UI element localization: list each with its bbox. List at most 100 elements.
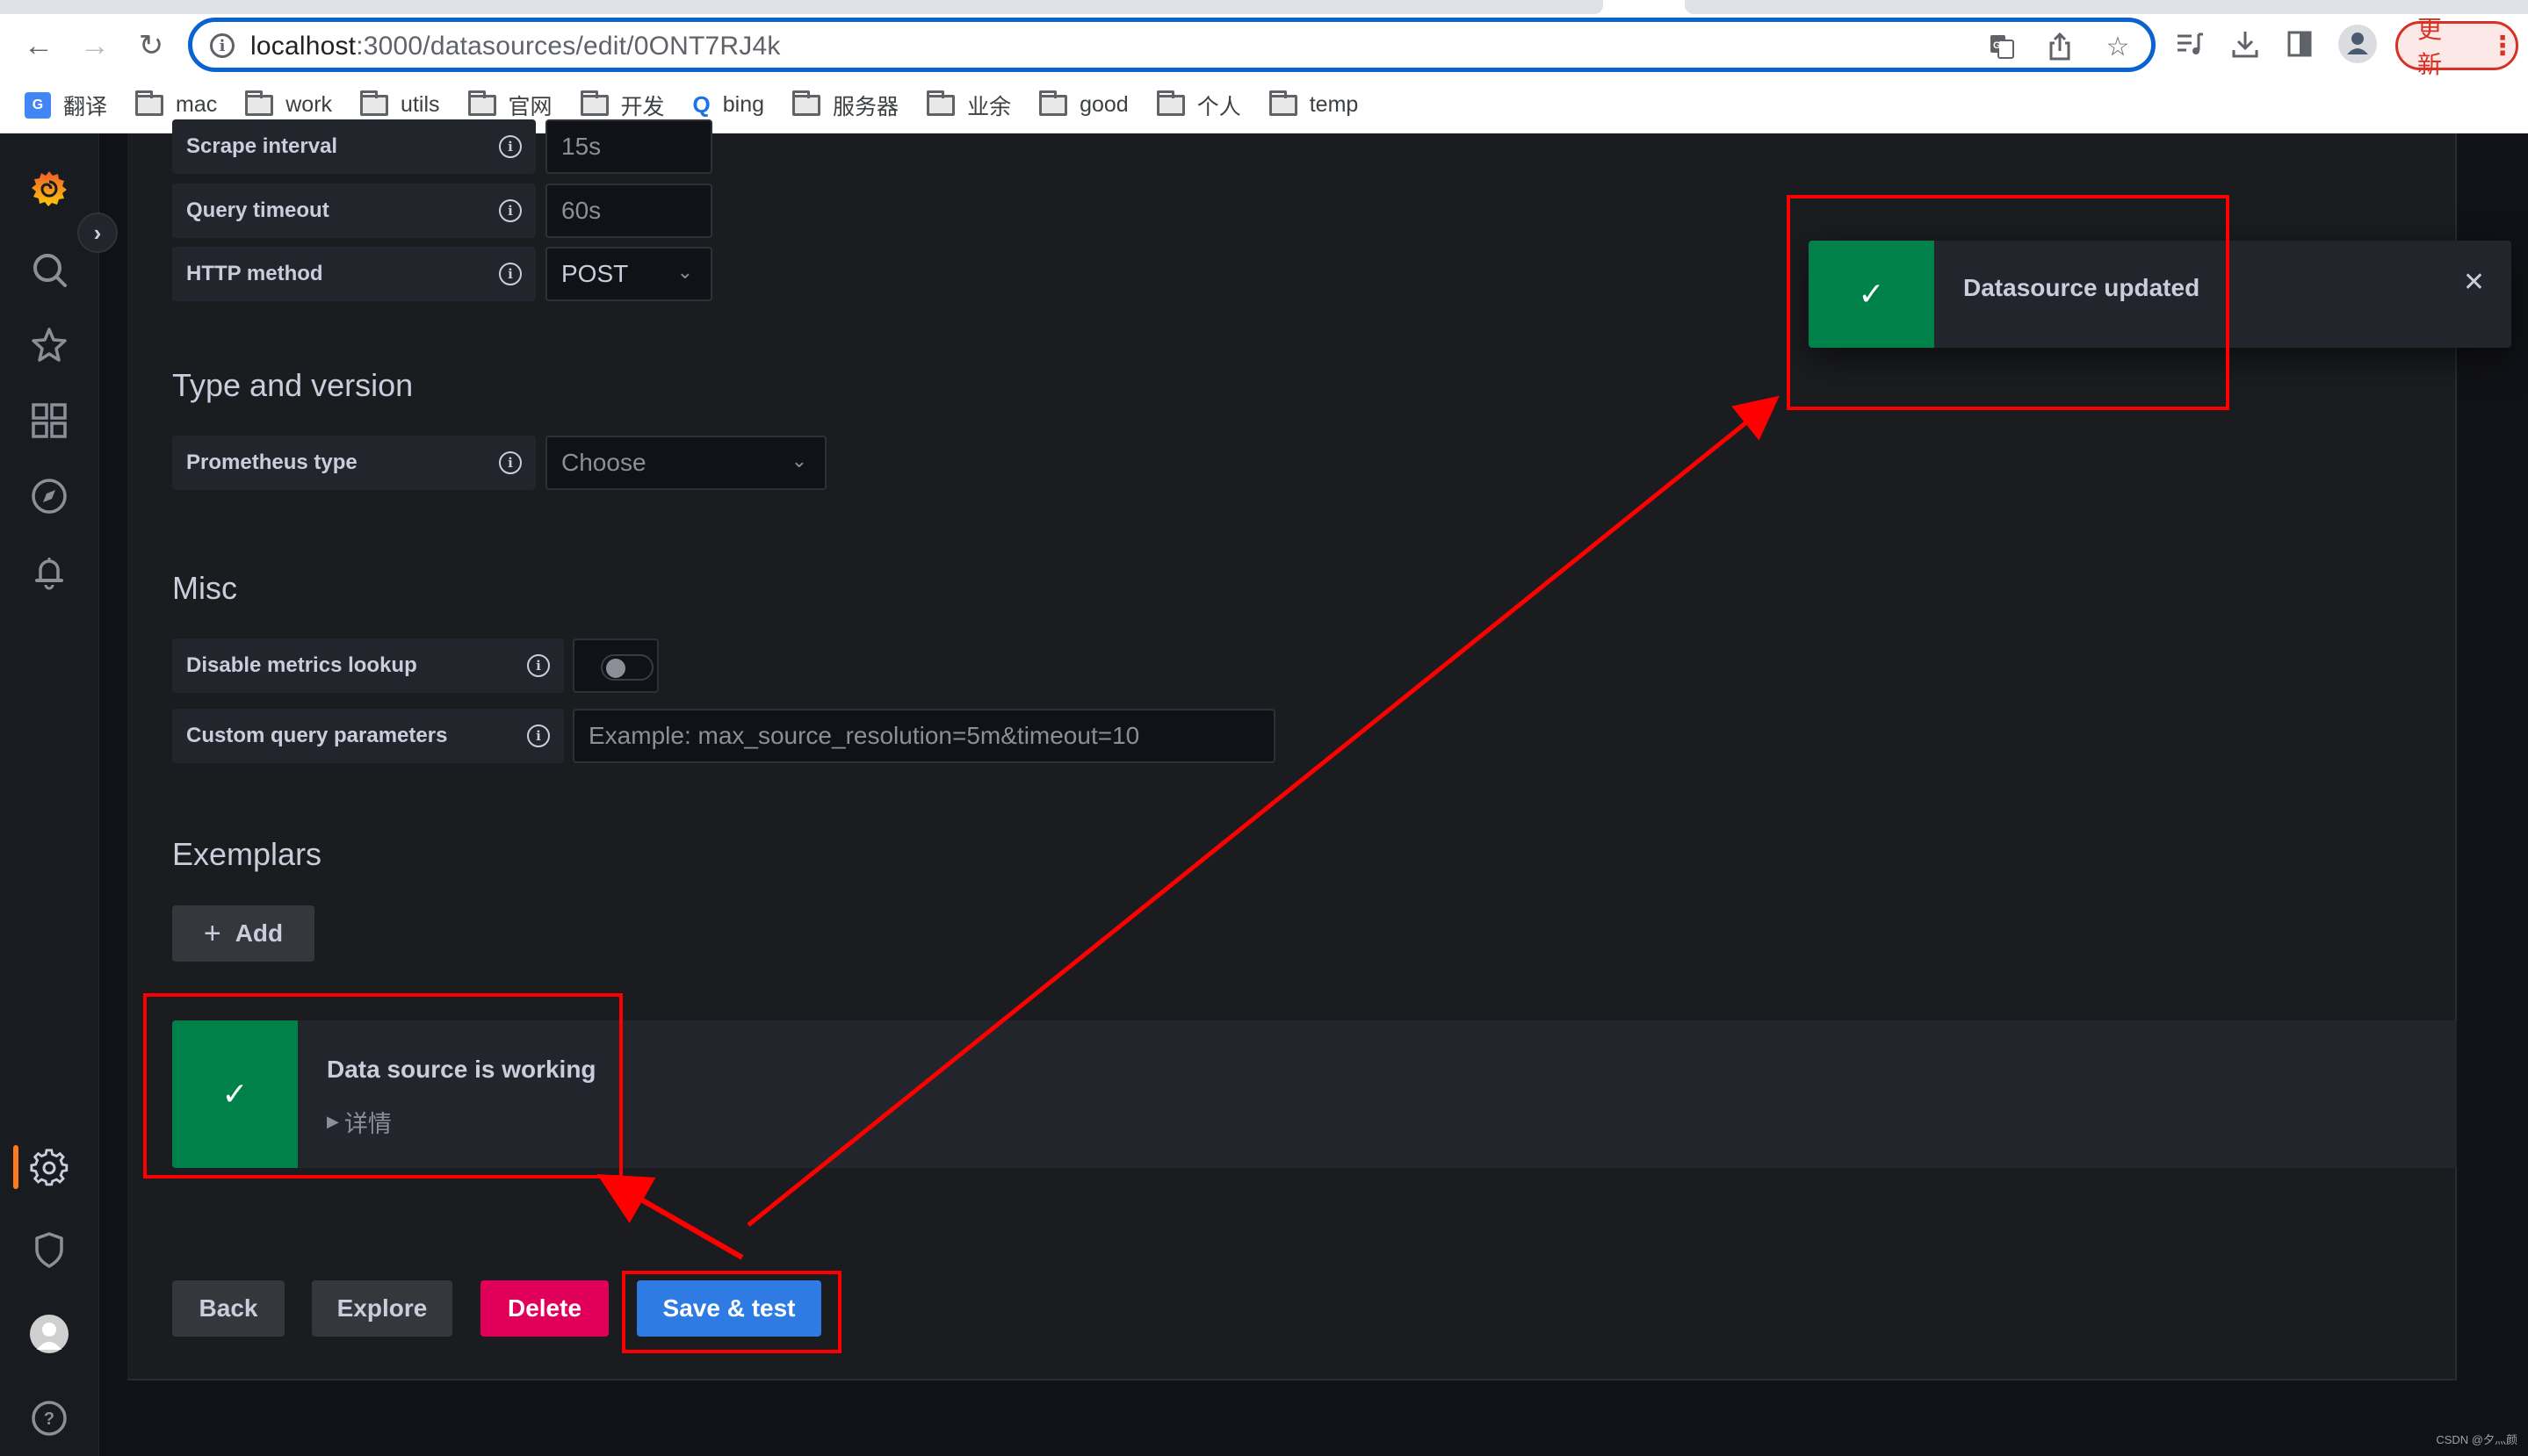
check-icon: ✓ (221, 1076, 249, 1112)
back-button[interactable]: Back (172, 1280, 285, 1337)
bookmark-item[interactable]: 官网 (467, 90, 553, 121)
prometheus-type-select[interactable]: Choose ⌄ (545, 436, 827, 490)
bookmark-item[interactable]: 服务器 (792, 90, 899, 121)
bookmark-item[interactable]: utils (360, 90, 440, 118)
info-icon[interactable]: i (499, 135, 522, 158)
google-translate-icon: G (25, 91, 51, 119)
close-icon[interactable]: ✕ (2463, 267, 2485, 298)
bookmark-label: 翻译 (63, 94, 108, 119)
back-arrow-icon[interactable]: ← (21, 28, 56, 63)
more-vert-icon: ⋮ (2489, 31, 2516, 61)
http-method-select[interactable]: POST ⌄ (545, 247, 712, 301)
browser-toolbar: ← → ↻ i localhost:3000/datasources/edit/… (0, 14, 2528, 78)
bookmark-item[interactable]: good (1039, 90, 1129, 118)
starred-icon[interactable] (29, 325, 69, 365)
placeholder-text: 60s (561, 197, 602, 224)
grafana-app: ? › Scrape interval i 15s Query timeout … (0, 119, 2528, 1456)
active-indicator (13, 1145, 18, 1189)
label-text: Scrape interval (186, 134, 338, 158)
bookmark-item[interactable]: 开发 (580, 90, 665, 121)
translate-icon[interactable]: G (1986, 29, 2018, 64)
placeholder-text: 15s (561, 133, 602, 160)
dashboards-icon[interactable] (29, 400, 69, 441)
label-text: HTTP method (186, 262, 323, 285)
explore-button[interactable]: Explore (312, 1280, 452, 1337)
browser-tab[interactable] (1685, 0, 2528, 14)
scrape-interval-input[interactable]: 15s (545, 119, 712, 174)
user-avatar-icon[interactable] (29, 1314, 69, 1354)
server-admin-shield-icon[interactable] (29, 1229, 69, 1270)
bookmark-item[interactable]: Qbing (693, 91, 765, 119)
bookmark-star-icon[interactable]: ☆ (2102, 29, 2134, 64)
info-icon[interactable]: i (499, 263, 522, 285)
update-label: 更新 (2417, 16, 2443, 78)
side-panel-icon[interactable] (2284, 26, 2315, 61)
url-text[interactable]: localhost:3000/datasources/edit/0ONT7RJ4… (250, 32, 781, 61)
explore-compass-icon[interactable] (29, 476, 69, 516)
search-icon[interactable] (29, 249, 69, 290)
info-icon[interactable]: i (499, 451, 522, 474)
select-value: POST (561, 260, 629, 287)
disable-metrics-lookup-label: Disable metrics lookup i (172, 638, 564, 693)
disable-metrics-lookup-toggle[interactable] (601, 654, 654, 681)
info-icon[interactable]: i (527, 654, 550, 677)
site-info-icon[interactable]: i (210, 33, 235, 58)
label-text: Prometheus type (186, 450, 358, 474)
add-exemplar-button[interactable]: + Add (172, 905, 314, 962)
label-text: Custom query parameters (186, 724, 448, 747)
alert-title: Data source is working (327, 1056, 596, 1083)
disable-metrics-lookup-toggle-wrap (573, 638, 659, 693)
bookmark-item[interactable]: G 翻译 (25, 90, 107, 121)
forward-arrow-icon[interactable]: → (77, 28, 112, 63)
search-icon: Q (692, 91, 711, 118)
bookmark-label: mac (176, 92, 218, 117)
bookmark-item[interactable]: 业余 (927, 90, 1011, 121)
caret-right-icon: ▶ (327, 1113, 339, 1130)
placeholder-text: Example: max_source_resolution=5m&timeou… (589, 722, 1140, 749)
details-label: 详情 (343, 1111, 392, 1137)
save-and-test-button[interactable]: Save & test (637, 1280, 821, 1337)
reload-icon[interactable]: ↻ (134, 28, 169, 63)
section-title-type-version: Type and version (172, 367, 414, 403)
section-title-exemplars: Exemplars (172, 836, 322, 872)
help-icon[interactable]: ? (29, 1398, 69, 1438)
bookmark-label: work (285, 92, 333, 117)
delete-button[interactable]: Delete (480, 1280, 609, 1337)
sidebar-expand-button[interactable]: › (77, 213, 118, 253)
query-timeout-input[interactable]: 60s (545, 184, 712, 238)
reading-list-icon[interactable] (2175, 26, 2207, 61)
custom-query-parameters-input[interactable]: Example: max_source_resolution=5m&timeou… (573, 709, 1275, 763)
bookmark-item[interactable]: temp (1268, 90, 1359, 118)
url-path: :3000/datasources/edit/0ONT7RJ4k (356, 32, 781, 61)
test-success-alert: ✓ Data source is working ▶ 详情 (172, 1020, 2457, 1168)
info-icon[interactable]: i (499, 199, 522, 222)
folder-icon (467, 90, 496, 116)
add-label: Add (235, 919, 284, 947)
toast-message: Datasource updated (1963, 274, 2200, 301)
bookmark-label: 业余 (967, 94, 1012, 119)
query-timeout-label: Query timeout i (172, 184, 536, 238)
address-bar[interactable]: i localhost:3000/datasources/edit/0ONT7R… (188, 18, 2156, 72)
bookmark-item[interactable]: 个人 (1156, 90, 1241, 121)
bookmark-label: temp (1309, 92, 1359, 117)
bookmark-item[interactable]: work (245, 90, 333, 118)
folder-icon (245, 90, 274, 116)
share-icon[interactable] (2044, 29, 2076, 64)
svg-text:?: ? (44, 1409, 54, 1429)
alert-status-stripe: ✓ (172, 1020, 298, 1168)
alerting-bell-icon[interactable] (29, 551, 69, 592)
alert-details-toggle[interactable]: ▶ 详情 (327, 1105, 392, 1139)
custom-query-parameters-label: Custom query parameters i (172, 709, 564, 763)
toast-notification: ✓ Datasource updated ✕ (1809, 241, 2511, 348)
info-icon[interactable]: i (527, 724, 550, 747)
plus-icon: + (203, 916, 221, 950)
grafana-logo-icon[interactable] (29, 169, 69, 209)
folder-icon (927, 90, 956, 116)
browser-tab[interactable] (0, 0, 1603, 14)
bookmark-item[interactable]: mac (135, 90, 218, 118)
browser-update-button[interactable]: 更新 ⋮ (2395, 16, 2518, 78)
profile-avatar-icon[interactable] (2338, 25, 2377, 63)
download-icon[interactable] (2229, 26, 2261, 61)
configuration-gear-icon[interactable] (29, 1147, 69, 1187)
folder-icon (1156, 90, 1185, 116)
